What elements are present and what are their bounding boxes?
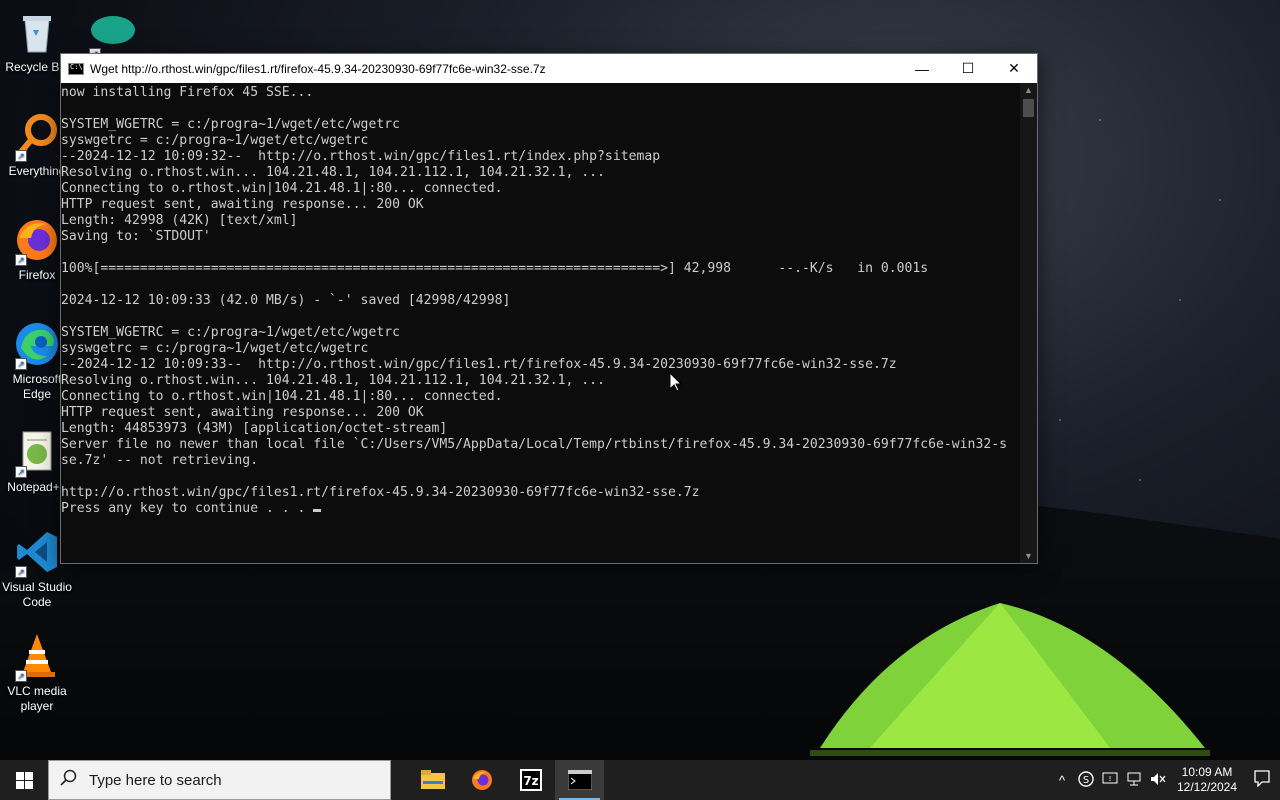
console-line: now installing Firefox 45 SSE... <box>61 85 314 100</box>
svg-text:7z: 7z <box>523 774 538 788</box>
console-line: HTTP request sent, awaiting response... … <box>61 405 424 420</box>
desktop-icon-label: Notepad++ <box>7 480 67 494</box>
taskbar-file-explorer[interactable] <box>408 760 457 800</box>
network-icon[interactable] <box>1122 771 1146 790</box>
taskbar-clock[interactable]: 10:09 AM 12/12/2024 <box>1170 765 1244 795</box>
firefox-icon <box>471 770 492 790</box>
console-line: --2024-12-12 10:09:33-- http://o.rthost.… <box>61 357 897 372</box>
console-line: SYSTEM_WGETRC = c:/progra~1/wget/etc/wge… <box>61 117 400 132</box>
show-hidden-icons-chevron-icon[interactable]: ^ <box>1050 773 1074 788</box>
windows-logo-icon <box>15 771 33 789</box>
action-center-notification-icon[interactable] <box>1244 769 1280 792</box>
search-input[interactable] <box>89 771 369 789</box>
console-line: --2024-12-12 10:09:32-- http://o.rthost.… <box>61 149 661 164</box>
wallpaper-tent <box>810 603 1210 756</box>
console-line: Length: 44853973 (43M) [application/octe… <box>61 421 448 436</box>
close-button[interactable]: ✕ <box>991 54 1037 83</box>
console-line: Server file no newer than local file `C:… <box>61 437 1007 452</box>
console-icon <box>567 770 592 790</box>
start-button[interactable] <box>0 760 48 800</box>
desktop-icon-vlc[interactable]: ↗ VLC media player <box>0 632 74 714</box>
svg-text:!: ! <box>1109 775 1112 783</box>
maximize-button[interactable]: ☐ <box>945 54 991 83</box>
taskbar-7zip[interactable]: 7z <box>506 760 555 800</box>
shortcut-arrow-icon: ↗ <box>15 358 27 370</box>
console-line: 100%[===================================… <box>61 261 929 276</box>
taskbar: 7z ^ S ! 10:09 AM 12/12/2024 <box>0 760 1280 800</box>
shortcut-arrow-icon: ↗ <box>15 670 27 682</box>
edge-icon: ↗ <box>13 320 61 370</box>
search-icon <box>49 769 89 792</box>
scrollbar-thumb[interactable] <box>1023 99 1034 117</box>
vscode-icon: ↗ <box>13 528 61 578</box>
console-line: Saving to: `STDOUT' <box>61 229 211 244</box>
notepad-plus-plus-icon: ↗ <box>13 428 61 478</box>
system-tray: ^ S ! 10:09 AM 12/12/2024 <box>1050 760 1280 800</box>
minimize-button[interactable]: — <box>899 54 945 83</box>
desktop-icon-label: Microsoft Edge <box>12 372 62 401</box>
console-line: se.7z' -- not retrieving. <box>61 453 259 468</box>
network-warning-icon[interactable]: ! <box>1098 771 1122 790</box>
desktop-icon-label: Everything <box>8 164 66 178</box>
shortcut-arrow-icon: ↗ <box>15 466 27 478</box>
clock-time: 10:09 AM <box>1181 765 1233 779</box>
window-title: Wget http://o.rthost.win/gpc/files1.rt/f… <box>90 61 546 76</box>
scroll-up-arrow-icon[interactable]: ▲ <box>1020 83 1037 97</box>
console-line: Connecting to o.rthost.win|104.21.48.1|:… <box>61 181 503 196</box>
file-explorer-icon <box>420 770 445 789</box>
desktop-icon-label: Firefox <box>18 268 56 282</box>
svg-text:S: S <box>1083 775 1089 786</box>
scroll-down-arrow-icon[interactable]: ▼ <box>1020 549 1037 563</box>
taskbar-search-box[interactable] <box>48 760 391 800</box>
taskbar-console[interactable] <box>555 760 604 800</box>
console-line: Resolving o.rthost.win... 104.21.48.1, 1… <box>61 165 605 180</box>
recycle-bin-icon <box>13 8 61 56</box>
console-line: Press any key to continue . . . <box>61 501 1020 517</box>
console-line: HTTP request sent, awaiting response... … <box>61 197 424 212</box>
vertical-scrollbar[interactable]: ▲ ▼ <box>1020 83 1037 563</box>
taskbar-firefox[interactable] <box>457 760 506 800</box>
skype-icon[interactable]: S <box>1074 770 1098 790</box>
console-line: Resolving o.rthost.win... 104.21.48.1, 1… <box>61 373 605 388</box>
console-line: syswgetrc = c:/progra~1/wget/etc/wgetrc <box>61 341 369 356</box>
console-window[interactable]: Wget http://o.rthost.win/gpc/files1.rt/f… <box>60 53 1038 564</box>
desktop-icon-label: Visual Studio Code <box>2 580 72 609</box>
mouse-pointer-icon <box>670 373 682 392</box>
console-line: Length: 42998 (42K) [text/xml] <box>61 213 298 228</box>
shortcut-arrow-icon: ↗ <box>15 566 27 578</box>
vlc-icon: ↗ <box>13 632 61 682</box>
clock-date: 12/12/2024 <box>1176 780 1238 794</box>
console-line: SYSTEM_WGETRC = c:/progra~1/wget/etc/wge… <box>61 325 400 340</box>
console-line: http://o.rthost.win/gpc/files1.rt/firefo… <box>61 485 700 500</box>
shortcut-arrow-icon: ↗ <box>15 150 27 162</box>
volume-muted-icon[interactable] <box>1146 771 1170 790</box>
window-titlebar[interactable]: Wget http://o.rthost.win/gpc/files1.rt/f… <box>61 54 1037 83</box>
desktop-icon-label: VLC media player <box>7 684 67 713</box>
console-line: Connecting to o.rthost.win|104.21.48.1|:… <box>61 389 503 404</box>
everything-search-icon: ↗ <box>13 112 61 162</box>
text-cursor <box>313 509 322 512</box>
shortcut-arrow-icon: ↗ <box>15 254 27 266</box>
console-line: 2024-12-12 10:09:33 (42.0 MB/s) - `-' sa… <box>61 293 511 308</box>
firefox-icon: ↗ <box>13 216 61 266</box>
7zip-icon: 7z <box>519 769 542 791</box>
console-line: syswgetrc = c:/progra~1/wget/etc/wgetrc <box>61 133 369 148</box>
viettel-icon: ↗ <box>87 10 135 60</box>
console-output[interactable]: now installing Firefox 45 SSE... SYSTEM_… <box>61 83 1020 563</box>
console-icon <box>68 62 84 75</box>
